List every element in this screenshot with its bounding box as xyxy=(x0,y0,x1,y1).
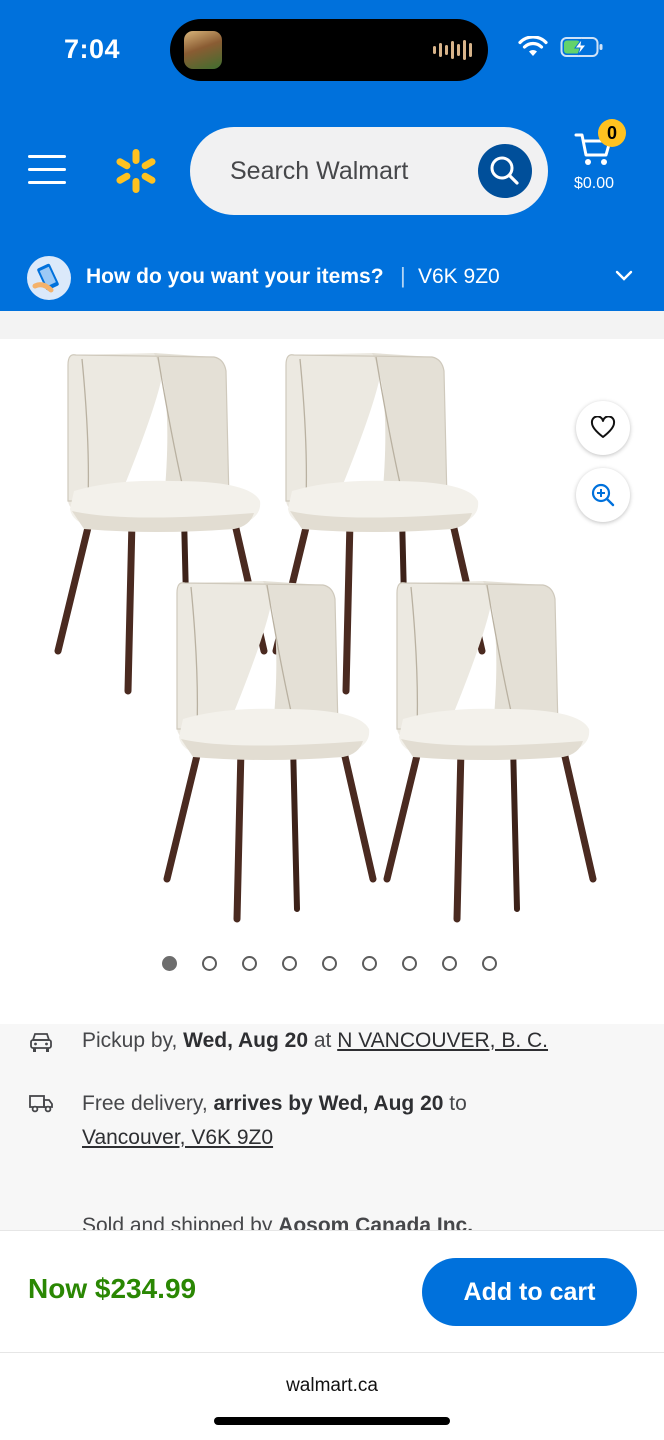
seller-info: Sold and shipped by Aosom Canada Inc. xyxy=(82,1214,473,1230)
gallery-dot[interactable] xyxy=(442,956,457,971)
gallery-dot[interactable] xyxy=(362,956,377,971)
menu-icon xyxy=(28,155,66,158)
delivery-date: arrives by Wed, Aug 20 xyxy=(213,1092,444,1115)
home-indicator[interactable] xyxy=(214,1417,450,1425)
app-header: 0 $0.00 xyxy=(0,105,664,245)
gallery-dot[interactable] xyxy=(202,956,217,971)
car-icon xyxy=(30,1033,52,1052)
zoom-in-icon xyxy=(591,483,615,507)
status-icons xyxy=(518,36,604,58)
delivery-destination-link[interactable]: Vancouver, V6K 9Z0 xyxy=(82,1126,273,1149)
wifi-icon xyxy=(518,36,548,56)
gallery-dot[interactable] xyxy=(322,956,337,971)
fulfillment-location-bar[interactable]: How do you want your items? | V6K 9Z0 xyxy=(0,245,664,311)
product-image-chair-4 xyxy=(383,579,598,929)
battery-charging-icon xyxy=(560,37,603,57)
browser-address-bar[interactable]: walmart.ca xyxy=(0,1352,664,1440)
product-image-chair-3 xyxy=(163,579,378,929)
gallery-dot[interactable] xyxy=(482,956,497,971)
product-price: Now $234.99 xyxy=(28,1273,197,1304)
add-to-favorites-button[interactable] xyxy=(576,401,630,455)
search-icon xyxy=(490,156,519,185)
seller-name[interactable]: Aosom Canada Inc. xyxy=(278,1214,473,1230)
postal-code: V6K 9Z0 xyxy=(418,265,500,288)
delivery-truck-icon xyxy=(29,1095,53,1113)
browser-url[interactable]: walmart.ca xyxy=(0,1375,664,1397)
cart-count-badge: 0 xyxy=(598,119,626,147)
search-input[interactable] xyxy=(230,127,470,215)
gallery-dot[interactable] xyxy=(282,956,297,971)
zoom-image-button[interactable] xyxy=(576,468,630,522)
product-image-gallery[interactable] xyxy=(0,339,664,1024)
cart-total: $0.00 xyxy=(574,175,615,192)
purchase-bar: Now $234.99 Add to cart xyxy=(0,1230,664,1352)
location-separator: | xyxy=(400,263,406,288)
section-divider xyxy=(0,311,664,339)
search-bar[interactable] xyxy=(190,127,548,215)
audio-waveform-icon xyxy=(433,39,472,61)
search-button[interactable] xyxy=(478,144,532,198)
gallery-dot[interactable] xyxy=(242,956,257,971)
status-time: 7:04 xyxy=(64,34,121,64)
chevron-down-icon xyxy=(615,270,633,281)
pickup-info: Pickup by, Wed, Aug 20 at N VANCOUVER, B… xyxy=(82,1029,549,1052)
gallery-dot[interactable] xyxy=(402,956,417,971)
fulfillment-info: Pickup by, Wed, Aug 20 at N VANCOUVER, B… xyxy=(0,1024,664,1230)
gallery-pagination[interactable] xyxy=(162,956,497,971)
status-bar: 7:04 xyxy=(0,0,664,105)
delivery-info: Free delivery, arrives by Wed, Aug 20 to… xyxy=(82,1092,467,1149)
menu-button[interactable] xyxy=(28,155,66,185)
phone-delivery-icon xyxy=(27,256,71,300)
walmart-spark-logo[interactable] xyxy=(112,147,160,195)
gallery-dot[interactable] xyxy=(162,956,177,971)
pickup-date: Wed, Aug 20 xyxy=(183,1029,309,1052)
location-question: How do you want your items? xyxy=(86,265,384,288)
now-playing-artwork xyxy=(184,31,222,69)
dynamic-island[interactable] xyxy=(170,19,488,81)
heart-icon xyxy=(590,416,616,438)
pickup-store-link[interactable]: N VANCOUVER, B. C. xyxy=(337,1029,548,1052)
cart-button[interactable]: 0 $0.00 xyxy=(570,119,630,202)
add-to-cart-button[interactable]: Add to cart xyxy=(422,1258,637,1326)
